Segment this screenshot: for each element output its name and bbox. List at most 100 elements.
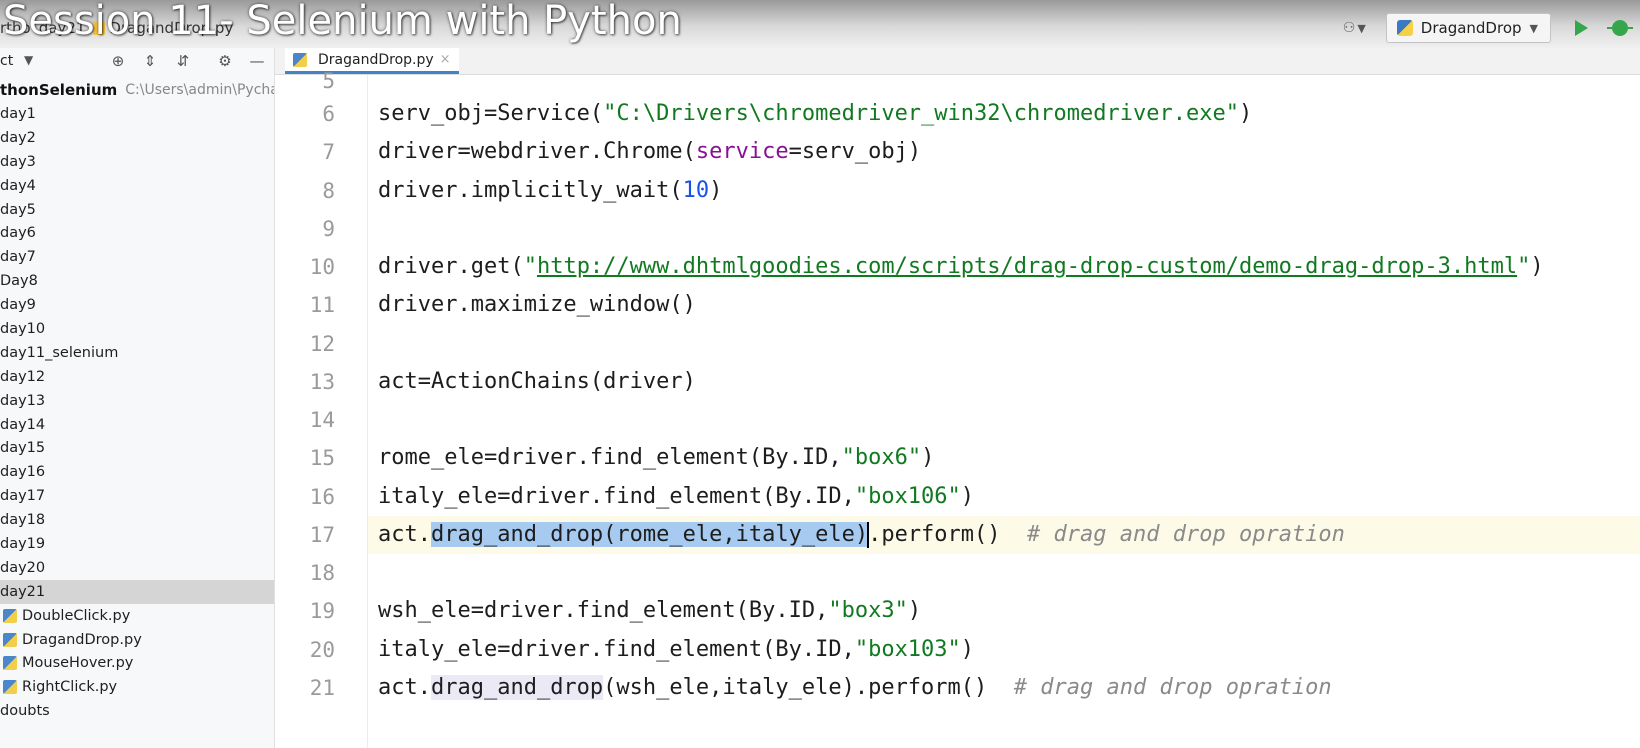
tree-item-label: day10	[0, 320, 46, 337]
tree-item-label: day6	[0, 225, 36, 242]
code-line[interactable]	[368, 325, 1640, 363]
code-line[interactable]: act=ActionChains(driver)	[368, 363, 1640, 401]
project-tree: thonSelenium C:\Users\admin\Pycharm day1…	[0, 78, 274, 723]
project-toolbar: ct ▼ ⊕ ⇕ ⇵ ⚙ —	[0, 48, 274, 74]
hide-panel-icon[interactable]: —	[247, 51, 267, 71]
tree-folder-item[interactable]: day2	[0, 126, 274, 150]
run-configuration-label: DragandDrop	[1420, 19, 1522, 37]
python-file-icon	[3, 608, 17, 623]
code-line-text: wsh_ele=driver.find_element(By.ID,"box3"…	[378, 592, 921, 630]
tree-folder-item[interactable]: day15	[0, 436, 274, 460]
project-root[interactable]: thonSelenium C:\Users\admin\Pycharm	[0, 78, 274, 102]
tree-folder-item[interactable]: day17	[0, 484, 274, 508]
account-icon[interactable]: ⚇ ▼	[1343, 20, 1366, 36]
code-line-text: act.drag_and_drop(rome_ele,italy_ele).pe…	[378, 516, 1345, 554]
tree-item-label: DragandDrop.py	[22, 631, 142, 648]
tab-label: DragandDrop.py	[318, 51, 434, 68]
close-icon[interactable]: ×	[440, 52, 451, 67]
editor-tab-bar: DragandDrop.py ×	[275, 48, 1640, 75]
code-line[interactable]: driver.maximize_window()	[368, 286, 1640, 324]
run-configuration-selector[interactable]: DragandDrop ▼	[1385, 13, 1551, 43]
expand-all-icon[interactable]: ⇕	[140, 51, 160, 71]
code-token: "box106"	[854, 483, 961, 509]
tree-folder-item[interactable]: Day8	[0, 269, 274, 293]
chevron-down-icon: ▼	[1529, 21, 1538, 35]
line-number: 21	[309, 675, 335, 700]
code-token: drag_and_drop	[430, 674, 604, 700]
line-number: 10	[309, 255, 335, 279]
tree-folder-item[interactable]: day19	[0, 532, 274, 556]
code-token: "	[1517, 254, 1531, 279]
chevron-down-icon[interactable]: ▼	[24, 53, 33, 67]
tree-folder-item[interactable]: day14	[0, 413, 274, 437]
code-token: )	[907, 598, 922, 624]
tree-folder-item[interactable]: day6	[0, 221, 274, 245]
code-line[interactable]: serv_obj=Service("C:\Drivers\chromedrive…	[368, 95, 1640, 133]
code-line-text: italy_ele=driver.find_element(By.ID,"box…	[378, 478, 974, 516]
tree-item-label: doubts	[0, 703, 50, 720]
gear-icon[interactable]: ⚙	[215, 51, 235, 71]
code-line[interactable]: driver=webdriver.Chrome(service=serv_obj…	[368, 133, 1640, 171]
project-panel: ct ▼ ⊕ ⇕ ⇵ ⚙ — thonSelenium C:\Users\adm…	[0, 48, 275, 748]
tree-folder-item[interactable]: day7	[0, 245, 274, 269]
tree-folder-item[interactable]: day3	[0, 150, 274, 174]
collapse-all-icon[interactable]: ⇵	[173, 51, 193, 71]
current-code-line[interactable]: act.drag_and_drop(rome_ele,italy_ele).pe…	[368, 515, 1640, 554]
tree-item-label: day17	[0, 488, 46, 505]
code-line[interactable]: act.drag_and_drop(wsh_ele,italy_ele).per…	[368, 669, 1640, 707]
code-line-text: driver.maximize_window()	[378, 286, 696, 324]
run-icon[interactable]	[1575, 20, 1588, 36]
line-number: 11	[309, 293, 335, 318]
code-token: drag_and_drop(rome_ele,italy_ele)	[430, 521, 869, 547]
tree-file-item[interactable]: DoubleClick.py	[0, 604, 274, 628]
tree-folder-item[interactable]: day4	[0, 174, 274, 198]
toolbar-right: ⚇ ▼ DragandDrop ▼	[1343, 12, 1640, 44]
tree-folder-item[interactable]: day21	[0, 579, 274, 604]
chevron-down-icon: ▼	[1357, 21, 1366, 35]
code-token: "C:\Drivers\chromedriver_win32\chromedri…	[603, 101, 1239, 126]
tree-item-label: day21	[0, 583, 46, 600]
project-view-label[interactable]: ct	[0, 53, 13, 69]
tree-item-label: day19	[0, 535, 46, 552]
locate-file-icon[interactable]: ⊕	[108, 51, 128, 71]
code-line[interactable]: italy_ele=driver.find_element(By.ID,"box…	[368, 478, 1640, 516]
code-line[interactable]	[368, 554, 1640, 592]
tree-folder-item[interactable]: day11_selenium	[0, 341, 274, 365]
tree-item-label: day14	[0, 416, 46, 433]
tree-item-label: day1	[0, 105, 36, 122]
tree-folder-item[interactable]: doubts	[0, 699, 274, 723]
video-overlay-title: Session 11- Selenium with Python	[3, 0, 682, 44]
tree-folder-item[interactable]: day13	[0, 389, 274, 413]
tree-folder-item[interactable]: day12	[0, 365, 274, 389]
tree-file-item[interactable]: DragandDrop.py	[0, 628, 274, 652]
navigation-bar: rtho day21 DragandDrop.py Session 11- Se…	[0, 0, 1640, 49]
line-number: 6	[322, 102, 335, 126]
line-number: 8	[322, 178, 335, 203]
debug-icon[interactable]	[1607, 20, 1633, 36]
code-line[interactable]	[368, 401, 1640, 439]
tree-folder-item[interactable]: day10	[0, 317, 274, 341]
code-line-text: driver.implicitly_wait(10)	[378, 172, 722, 210]
code-token: )	[1530, 254, 1544, 279]
code-editor[interactable]: serv_obj=Service("C:\Drivers\chromedrive…	[368, 75, 1640, 748]
tree-file-item[interactable]: MouseHover.py	[0, 651, 274, 675]
tree-folder-item[interactable]: day18	[0, 508, 274, 532]
tree-item-label: day15	[0, 440, 46, 457]
tree-item-label: day11_selenium	[0, 344, 119, 361]
tree-item-label: day20	[0, 559, 46, 576]
tree-folder-item[interactable]: day5	[0, 198, 274, 222]
tree-item-label: day18	[0, 512, 46, 529]
tree-folder-item[interactable]: day9	[0, 293, 274, 317]
tree-folder-item[interactable]: day16	[0, 460, 274, 484]
tree-folder-item[interactable]: day1	[0, 102, 274, 126]
code-line[interactable]	[368, 210, 1640, 248]
code-token: serv_obj=Service(	[378, 101, 604, 126]
tree-folder-item[interactable]: day20	[0, 556, 274, 580]
code-line[interactable]: wsh_ele=driver.find_element(By.ID,"box3"…	[368, 592, 1640, 630]
code-line-text: rome_ele=driver.find_element(By.ID,"box6…	[378, 439, 934, 477]
tree-file-item[interactable]: RightClick.py	[0, 675, 274, 699]
code-line[interactable]: rome_ele=driver.find_element(By.ID,"box6…	[368, 439, 1640, 477]
code-line[interactable]: driver.implicitly_wait(10)	[368, 172, 1640, 210]
code-line[interactable]: italy_ele=driver.find_element(By.ID,"box…	[368, 631, 1640, 669]
code-line[interactable]: driver.get("http://www.dhtmlgoodies.com/…	[368, 248, 1640, 286]
